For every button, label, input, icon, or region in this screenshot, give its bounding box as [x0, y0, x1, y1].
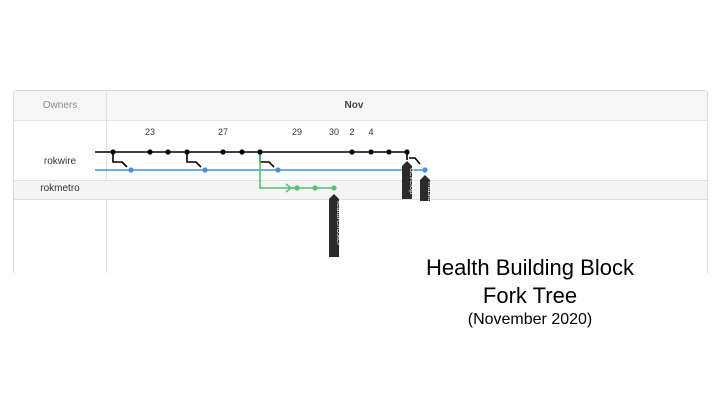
network-graph: Owners Nov rokwire rokmetro 23 27 29 30 … [13, 90, 708, 273]
develop-label-tag[interactable]: develop [402, 161, 417, 199]
date-label: 27 [218, 127, 228, 137]
date-label: 29 [292, 127, 302, 137]
develop-label: develop [408, 168, 417, 194]
commit-dot [331, 185, 337, 191]
commit-dot [294, 185, 300, 191]
commit-dot [368, 149, 374, 155]
commit-dot [147, 149, 153, 155]
caption-date: (November 2020) [467, 311, 593, 328]
commit-dot [349, 149, 355, 155]
commit-graph[interactable]: 23 27 29 30 2 4 develop master feature/r… [14, 91, 707, 273]
commit-dot [202, 167, 208, 173]
commit-dot [110, 149, 116, 155]
commit-dot [184, 149, 190, 155]
caption-subtitle: Fork Tree [482, 283, 578, 308]
commit-dot [128, 167, 134, 173]
commit-dot [386, 149, 392, 155]
commit-dot [312, 185, 318, 191]
feature-label-tag[interactable]: feature/roster [329, 194, 344, 257]
commit-dot [404, 149, 410, 155]
commit-dot [165, 149, 171, 155]
master-label: master [426, 182, 435, 205]
commit-dot [220, 149, 226, 155]
master-label-tag[interactable]: master [420, 175, 435, 205]
commit-dot [422, 167, 428, 173]
date-label: 23 [145, 127, 155, 137]
caption-title: Health Building Block [426, 255, 634, 280]
commit-dot [239, 149, 245, 155]
date-label: 30 [329, 127, 339, 137]
date-label: 2 [349, 127, 354, 137]
feature-label: feature/roster [335, 201, 344, 246]
commit-dot [257, 149, 263, 155]
commit-dot [275, 167, 281, 173]
date-label: 4 [368, 127, 373, 137]
